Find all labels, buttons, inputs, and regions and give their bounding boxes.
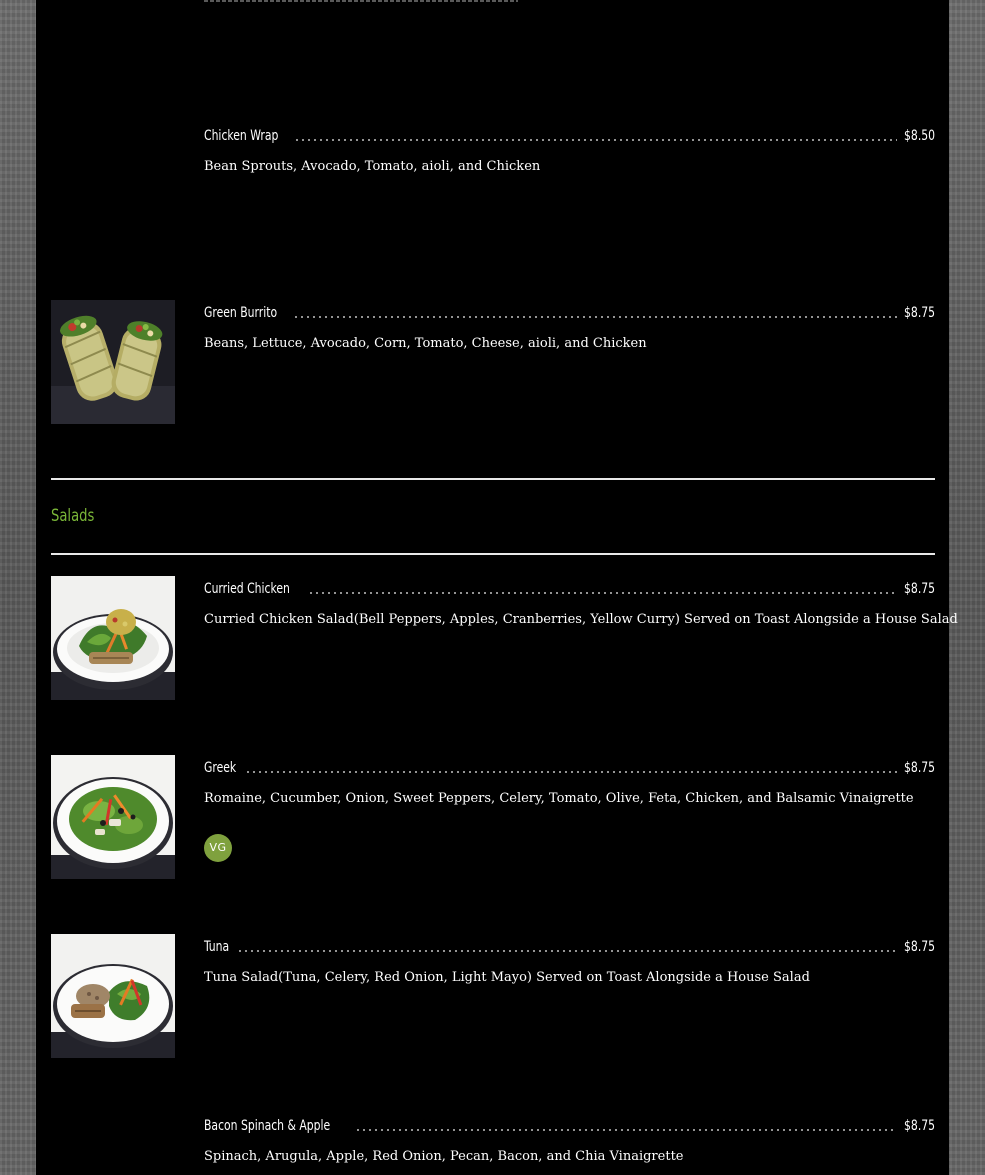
menu-item-price: $8.50 <box>903 128 935 144</box>
menu-item-price: $8.75 <box>903 939 935 955</box>
menu-item-header: Tuna $8.75 <box>204 934 935 956</box>
curried-chicken-photo[interactable] <box>51 576 175 700</box>
section-divider-bottom <box>51 553 935 555</box>
menu-item-description: Spinach, Arugula, Apple, Red Onion, Peca… <box>204 1149 684 1164</box>
clipped-previous-item-text <box>204 0 604 2</box>
menu-item-name: Greek <box>204 760 237 776</box>
menu-item-price: $8.75 <box>903 581 935 597</box>
dot-leader <box>307 592 897 594</box>
dot-leader <box>245 771 897 773</box>
menu-item-price: $8.75 <box>903 760 935 776</box>
menu-item-header: Bacon Spinach & Apple $8.75 <box>204 1113 935 1135</box>
greek-salad-photo[interactable] <box>51 755 175 879</box>
menu-item-description: Curried Chicken Salad(Bell Peppers, Appl… <box>204 612 958 627</box>
menu-item-price: $8.75 <box>903 305 935 321</box>
menu-item-header: Chicken Wrap $8.50 <box>204 123 935 145</box>
menu-item-description: Romaine, Cucumber, Onion, Sweet Peppers,… <box>204 791 914 806</box>
dot-leader <box>292 316 897 318</box>
menu-item-description: Tuna Salad(Tuna, Celery, Red Onion, Ligh… <box>204 970 810 985</box>
menu-item-name: Tuna <box>204 939 230 955</box>
menu-item-header: Curried Chicken $8.75 <box>204 576 935 598</box>
menu-item-name: Bacon Spinach & Apple <box>204 1118 331 1134</box>
vegetarian-badge-icon: VG <box>204 834 232 862</box>
section-title-salads: Salads <box>51 506 95 526</box>
tuna-salad-photo[interactable] <box>51 934 175 1058</box>
menu-item-price: $8.75 <box>903 1118 935 1134</box>
dot-leader <box>354 1129 897 1131</box>
menu-item-description: Bean Sprouts, Avocado, Tomato, aioli, an… <box>204 159 541 174</box>
section-divider-top <box>51 478 935 480</box>
menu-panel: Chicken Wrap $8.50 Bean Sprouts, Avocado… <box>36 0 958 1175</box>
green-burrito-photo[interactable] <box>51 300 175 424</box>
menu-item-description: Beans, Lettuce, Avocado, Corn, Tomato, C… <box>204 336 647 351</box>
menu-item-header: Greek $8.75 <box>204 755 935 777</box>
menu-item-header: Green Burrito $8.75 <box>204 300 935 322</box>
menu-item-name: Green Burrito <box>204 305 278 321</box>
dot-leader <box>294 139 897 141</box>
menu-item-name: Curried Chicken <box>204 581 290 597</box>
dot-leader <box>237 950 897 952</box>
menu-item-name: Chicken Wrap <box>204 128 279 144</box>
